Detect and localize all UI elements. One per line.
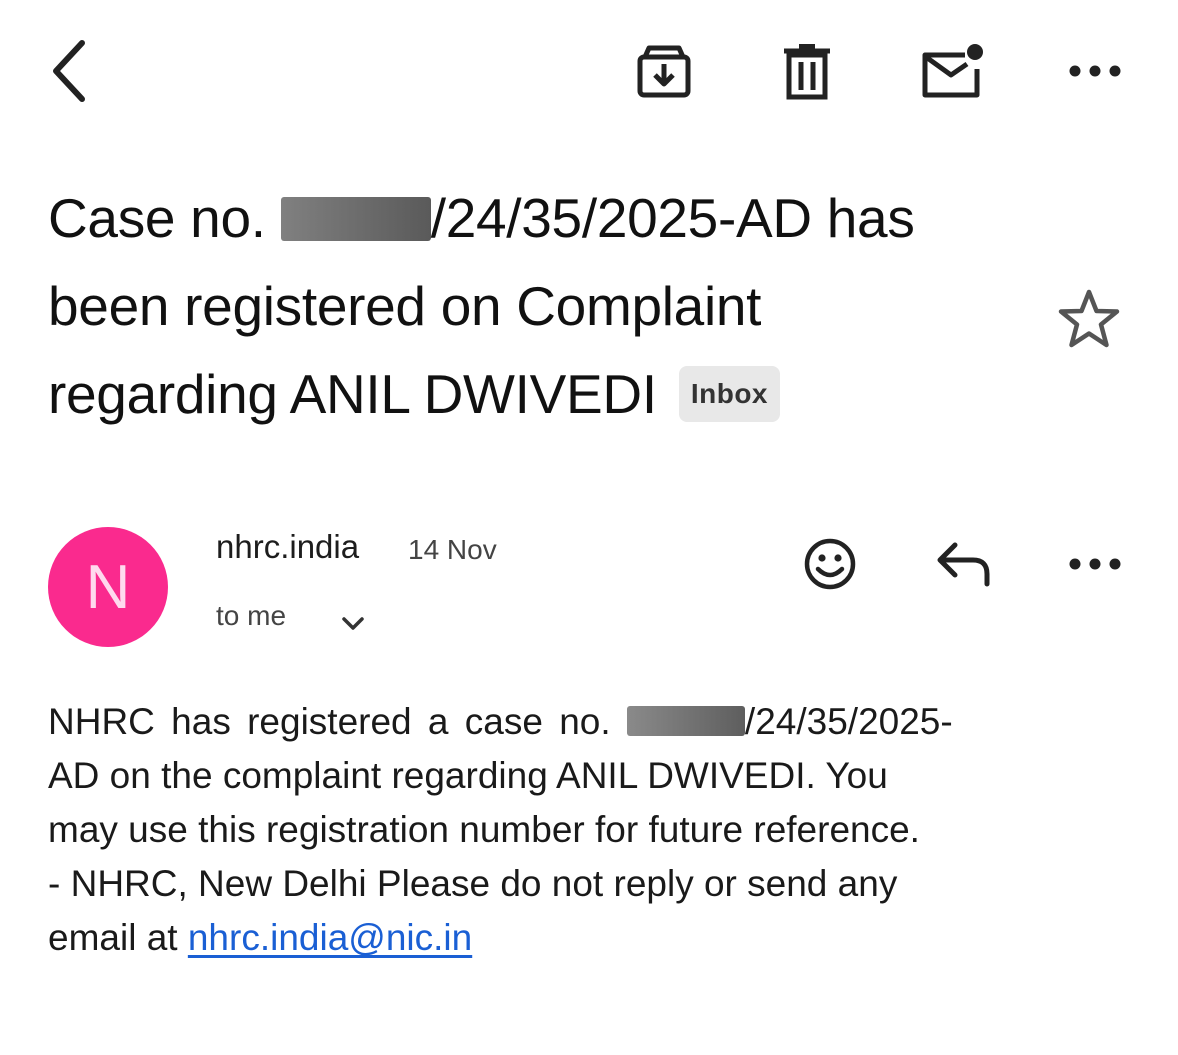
reply-button[interactable] xyxy=(928,530,998,598)
body-line-1-prefix: NHRC has registered a case no. xyxy=(48,701,627,742)
subject-line-3-text: regarding ANIL DWIVEDI xyxy=(48,363,657,425)
avatar-letter: N xyxy=(85,552,131,622)
body-line-2: AD on the complaint regarding ANIL DWIVE… xyxy=(48,755,888,796)
body-line-5: email at nhrc.india@nic.in xyxy=(48,911,1128,965)
delete-button[interactable] xyxy=(774,36,840,106)
body-line-5-prefix: email at xyxy=(48,917,188,958)
recipient-details-toggle[interactable] xyxy=(336,606,370,640)
mark-unread-button[interactable] xyxy=(912,36,992,106)
subject-line-2: been registered on Complaint xyxy=(48,275,762,337)
top-toolbar xyxy=(0,0,1178,140)
star-outline-icon xyxy=(1058,289,1120,348)
emoji-reaction-button[interactable] xyxy=(796,530,864,598)
chevron-down-icon xyxy=(342,617,364,630)
sender-name[interactable]: nhrc.india xyxy=(216,528,359,566)
subject-line-3: regarding ANIL DWIVEDI Inbox xyxy=(48,350,1048,438)
recipient-summary[interactable]: to me xyxy=(216,600,286,632)
trash-icon xyxy=(784,44,830,100)
inbox-label[interactable]: Inbox xyxy=(678,366,780,422)
subject-prefix: Case no. xyxy=(48,187,281,249)
mark-unread-icon xyxy=(922,44,983,98)
subject-suffix: /24/35/2025-AD has xyxy=(430,187,915,249)
emoji-reaction-icon xyxy=(804,538,856,590)
body-line-1-suffix: /24/35/2025- xyxy=(744,701,953,742)
chevron-left-icon xyxy=(53,40,85,102)
email-subject: Case no. /24/35/2025-AD has been registe… xyxy=(48,174,1048,438)
star-button[interactable] xyxy=(1052,282,1126,356)
more-options-button[interactable] xyxy=(1060,36,1130,106)
message-date: 14 Nov xyxy=(408,534,497,565)
redacted-case-number xyxy=(280,197,431,241)
more-horizontal-icon xyxy=(1069,558,1121,570)
sender-avatar[interactable]: N xyxy=(48,527,168,647)
back-button[interactable] xyxy=(40,36,96,106)
body-line-1: NHRC has registered a case no. /24/35/20… xyxy=(48,695,1128,749)
archive-icon xyxy=(637,45,691,98)
subject-line-1: Case no. /24/35/2025-AD has xyxy=(48,174,1048,262)
more-horizontal-icon xyxy=(1069,65,1121,77)
message-body: NHRC has registered a case no. /24/35/20… xyxy=(48,695,1128,965)
body-line-4: - NHRC, New Delhi Please do not reply or… xyxy=(48,863,898,904)
email-link[interactable]: nhrc.india@nic.in xyxy=(188,917,472,958)
reply-icon xyxy=(937,542,990,587)
message-more-button[interactable] xyxy=(1060,530,1130,598)
redacted-case-number xyxy=(626,706,745,736)
body-line-3: may use this registration number for fut… xyxy=(48,809,920,850)
archive-button[interactable] xyxy=(628,36,700,106)
